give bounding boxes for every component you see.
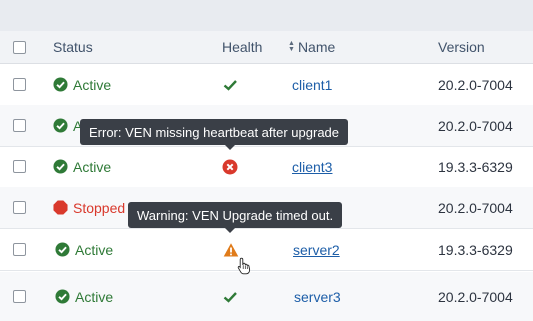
select-all-cell[interactable] [13,31,29,63]
check-circle-icon [53,77,68,92]
status-label: Stopped [73,199,126,216]
workload-name-link[interactable]: client3 [292,159,332,175]
status-label: Active [73,158,112,175]
row-checkbox[interactable] [13,78,26,91]
row-checkbox[interactable] [13,160,26,173]
status-label: Active [73,76,112,93]
version-value: 20.2.0-7004 [438,76,513,93]
row-checkbox[interactable] [13,243,26,256]
column-header-health[interactable]: Health [222,31,262,63]
table-row: Active client3 19.3.3-6329 [0,146,533,188]
column-header-version[interactable]: Version [438,31,485,63]
status-active: Active [53,77,111,93]
sort-arrows-icon[interactable]: ▲ ▼ [288,40,295,53]
version-value: 20.2.0-7004 [438,117,513,134]
workload-name-link[interactable]: client1 [292,77,332,93]
row-checkbox[interactable] [13,201,26,214]
column-header-status[interactable]: Status [53,31,93,63]
workload-name-link[interactable]: server2 [293,242,340,258]
error-tooltip-text: Error: VEN missing heartbeat after upgra… [89,124,340,140]
checkmark-icon [223,291,237,303]
check-circle-icon [53,159,68,174]
status-label: Active [75,288,114,305]
select-all-checkbox[interactable] [13,40,26,54]
check-circle-icon [55,242,70,257]
error-tooltip: Error: VEN missing heartbeat after upgra… [80,119,349,150]
checkmark-icon [223,79,237,91]
stop-circle-icon [53,200,68,215]
check-circle-icon [55,289,70,304]
status-active: Active [55,242,113,258]
table-header: Status Health ▲ ▼ Name Version [0,31,533,64]
workload-name-link[interactable]: server3 [294,289,341,305]
top-toolbar-area [0,0,533,31]
row-checkbox[interactable] [13,290,26,303]
table-row: Active server2 19.3.3-6329 [0,229,533,271]
check-circle-icon [53,118,68,133]
version-value: 19.3.3-6329 [438,241,513,258]
version-value: 19.3.3-6329 [438,158,513,175]
error-x-circle-icon[interactable] [222,159,238,175]
table-row: Active server3 20.2.0-7004 [0,272,533,321]
warning-tooltip-text: Warning: VEN Upgrade timed out. [137,207,334,223]
column-header-name-label: Name [297,39,336,55]
table-row: Active client1 20.2.0-7004 [0,64,533,106]
version-value: 20.2.0-7004 [438,199,513,216]
warning-triangle-icon[interactable] [223,242,239,258]
status-active: Active [55,289,113,305]
version-value: 20.2.0-7004 [438,288,513,305]
status-stopped: Stopped [53,200,125,216]
row-checkbox[interactable] [13,119,26,132]
status-label: Active [75,241,114,258]
status-active: Active [53,159,111,175]
warning-tooltip: Warning: VEN Upgrade timed out. [128,202,343,233]
column-header-name[interactable]: ▲ ▼ Name [288,31,335,63]
hand-pointer-icon [237,257,251,275]
